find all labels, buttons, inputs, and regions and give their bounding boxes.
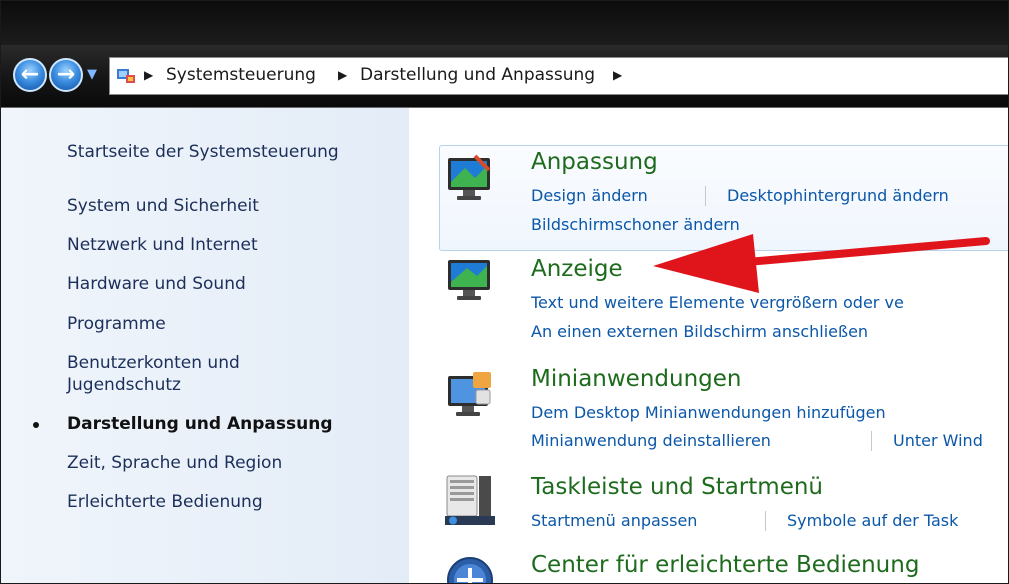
red-annotation-arrow-icon bbox=[653, 234, 990, 293]
explorer-window: ← → ▼ ▶ Systemsteuerung ▶ Darstellung un… bbox=[0, 0, 1009, 584]
